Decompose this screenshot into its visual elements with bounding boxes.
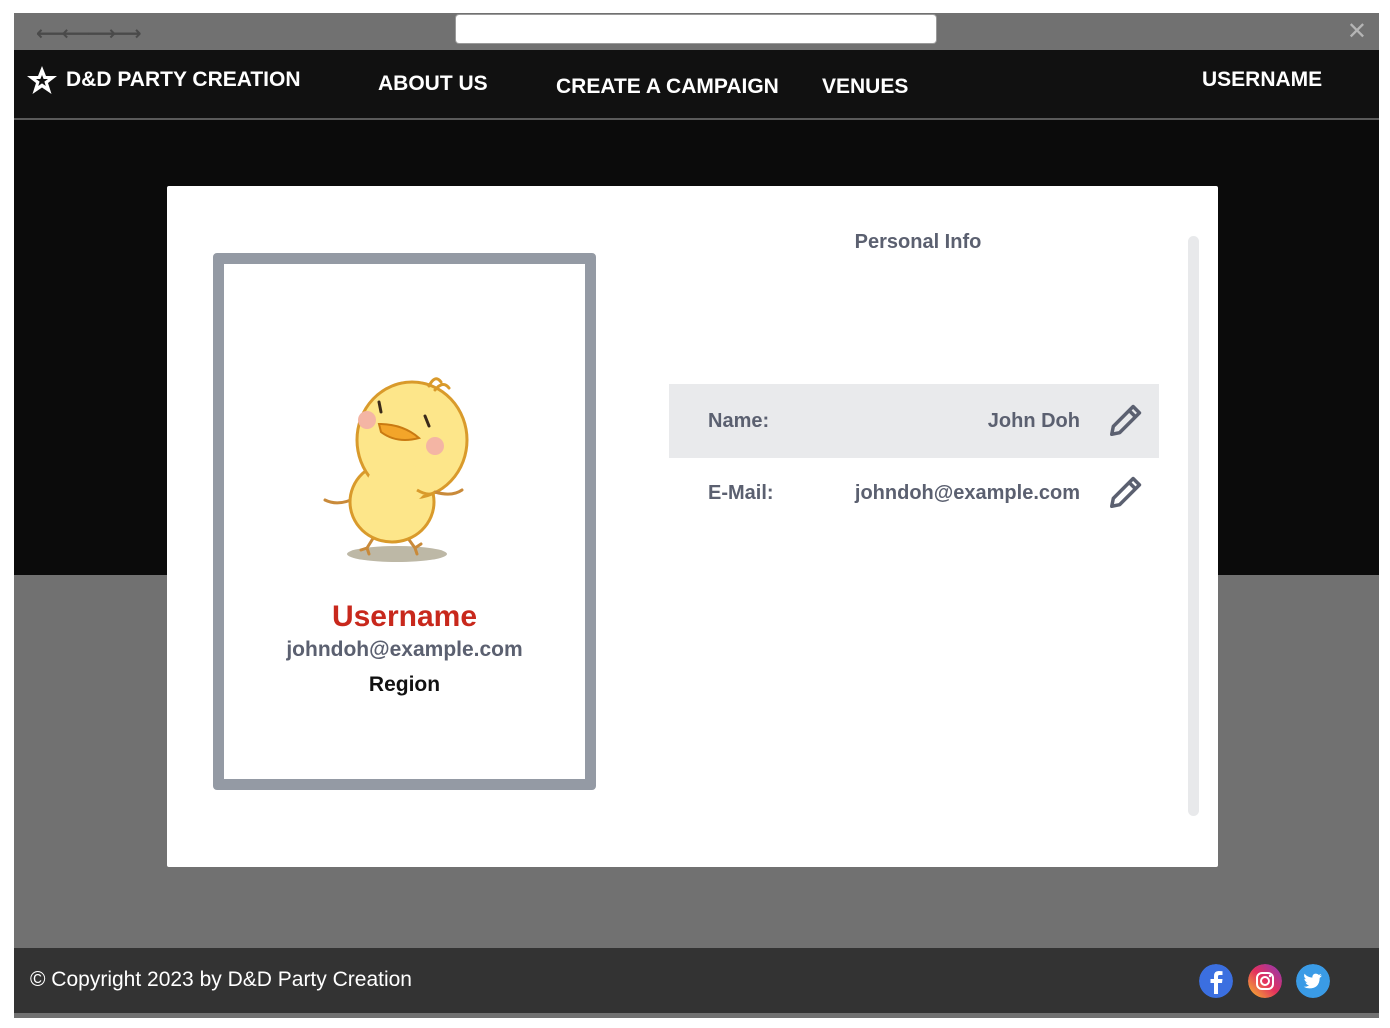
pencil-icon[interactable] [1107, 401, 1145, 439]
profile-card: Username johndoh@example.com Region [213, 253, 596, 790]
navbar: D&D PARTY CREATION ABOUT US CREATE A CAM… [14, 50, 1379, 120]
profile-modal: Username johndoh@example.com Region Pers… [167, 186, 1218, 867]
nav-username[interactable]: USERNAME [1202, 68, 1322, 92]
name-value: John Doh [987, 409, 1080, 432]
address-bar[interactable] [456, 15, 936, 43]
name-label: Name: [708, 409, 770, 432]
footer: © Copyright 2023 by D&D Party Creation [14, 948, 1379, 1013]
app-window: ⟵⟵⟶⟶ ✕ D&D PARTY CREATION ABOUT US CREAT… [14, 13, 1379, 1018]
close-x-icon[interactable]: ✕ [1347, 17, 1367, 45]
card-region: Region [368, 673, 441, 696]
brand-name: D&D PARTY CREATION [66, 68, 301, 91]
info-row-email: E-Mail: johndoh@example.com [669, 456, 1159, 530]
personal-info-title: Personal Info [854, 231, 982, 253]
copyright-text: © Copyright 2023 by D&D Party Creation [30, 968, 412, 991]
facebook-icon[interactable] [1199, 964, 1233, 998]
pencil-icon[interactable] [1107, 473, 1145, 511]
nav-create-campaign[interactable]: CREATE A CAMPAIGN [556, 75, 779, 99]
twitter-icon[interactable] [1296, 964, 1330, 998]
info-row-name: Name: John Doh [669, 384, 1159, 458]
email-value: johndoh@example.com [854, 481, 1080, 504]
nav-venues[interactable]: VENUES [822, 75, 908, 99]
email-label: E-Mail: [708, 481, 774, 504]
back-forward-arrows-icon[interactable]: ⟵⟵⟶⟶ [36, 21, 142, 45]
chick-avatar [323, 377, 469, 562]
scrollbar[interactable] [1188, 236, 1199, 816]
card-email: johndoh@example.com [286, 638, 523, 661]
card-username: Username [331, 600, 478, 633]
instagram-icon[interactable] [1248, 964, 1282, 998]
star-icon [27, 66, 57, 94]
brand[interactable]: D&D PARTY CREATION [26, 64, 301, 96]
nav-about-us[interactable]: ABOUT US [378, 72, 488, 96]
